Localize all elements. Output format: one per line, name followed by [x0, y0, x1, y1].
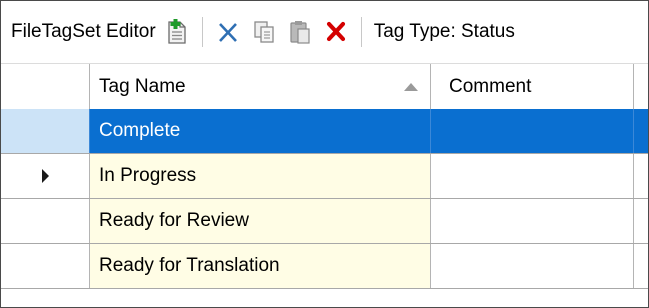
- comment-cell[interactable]: [431, 199, 634, 243]
- row-filler: [634, 109, 648, 153]
- column-header-label: Comment: [449, 76, 532, 97]
- copy-icon: [254, 21, 274, 43]
- paste-button[interactable]: [285, 15, 315, 49]
- row-header[interactable]: [1, 154, 90, 198]
- toolbar-separator: [201, 17, 203, 47]
- table-row[interactable]: In Progress: [1, 154, 648, 199]
- tag-name-cell[interactable]: Complete: [90, 109, 431, 153]
- row-filler: [634, 154, 648, 198]
- comment-cell[interactable]: [431, 244, 634, 288]
- row-header[interactable]: [1, 199, 90, 243]
- grid-header-row: Tag Name Comment: [1, 63, 648, 111]
- delete-button[interactable]: [321, 15, 351, 49]
- tags-grid: Tag Name Comment Complete In Progress Re…: [1, 63, 648, 307]
- table-row[interactable]: Complete: [1, 109, 648, 154]
- sort-ascending-icon: [404, 83, 418, 91]
- copy-button[interactable]: [249, 15, 279, 49]
- column-header-comment[interactable]: Comment: [431, 64, 634, 110]
- row-header[interactable]: [1, 244, 90, 288]
- tag-name-cell[interactable]: Ready for Review: [90, 199, 431, 243]
- toolbar: FileTagSet Editor Tag Type: Status: [1, 1, 648, 63]
- table-row[interactable]: Ready for Review: [1, 199, 648, 244]
- tag-type-label: Tag Type: Status: [373, 21, 515, 42]
- column-header-tag-name[interactable]: Tag Name: [90, 64, 431, 110]
- toolbar-title: FileTagSet Editor: [11, 21, 156, 42]
- row-header[interactable]: [1, 109, 90, 153]
- tag-name-cell[interactable]: In Progress: [90, 154, 431, 198]
- row-filler: [634, 244, 648, 288]
- paste-icon: [290, 21, 310, 44]
- row-header-corner: [1, 64, 90, 110]
- filetagset-editor-window: FileTagSet Editor Tag Type: Status Tag N…: [0, 0, 649, 308]
- row-filler: [634, 199, 648, 243]
- table-row[interactable]: Ready for Translation: [1, 244, 648, 289]
- tag-name-cell[interactable]: Ready for Translation: [90, 244, 431, 288]
- cut-icon: [218, 23, 237, 42]
- cut-button[interactable]: [213, 15, 243, 49]
- column-header-filler: [634, 64, 648, 110]
- current-row-indicator-icon: [41, 169, 49, 183]
- new-tag-button[interactable]: [162, 15, 192, 49]
- comment-cell[interactable]: [431, 154, 634, 198]
- toolbar-separator: [360, 17, 362, 47]
- new-document-icon: [168, 19, 186, 44]
- delete-icon: [326, 21, 345, 42]
- column-header-label: Tag Name: [99, 76, 186, 97]
- comment-cell[interactable]: [431, 109, 634, 153]
